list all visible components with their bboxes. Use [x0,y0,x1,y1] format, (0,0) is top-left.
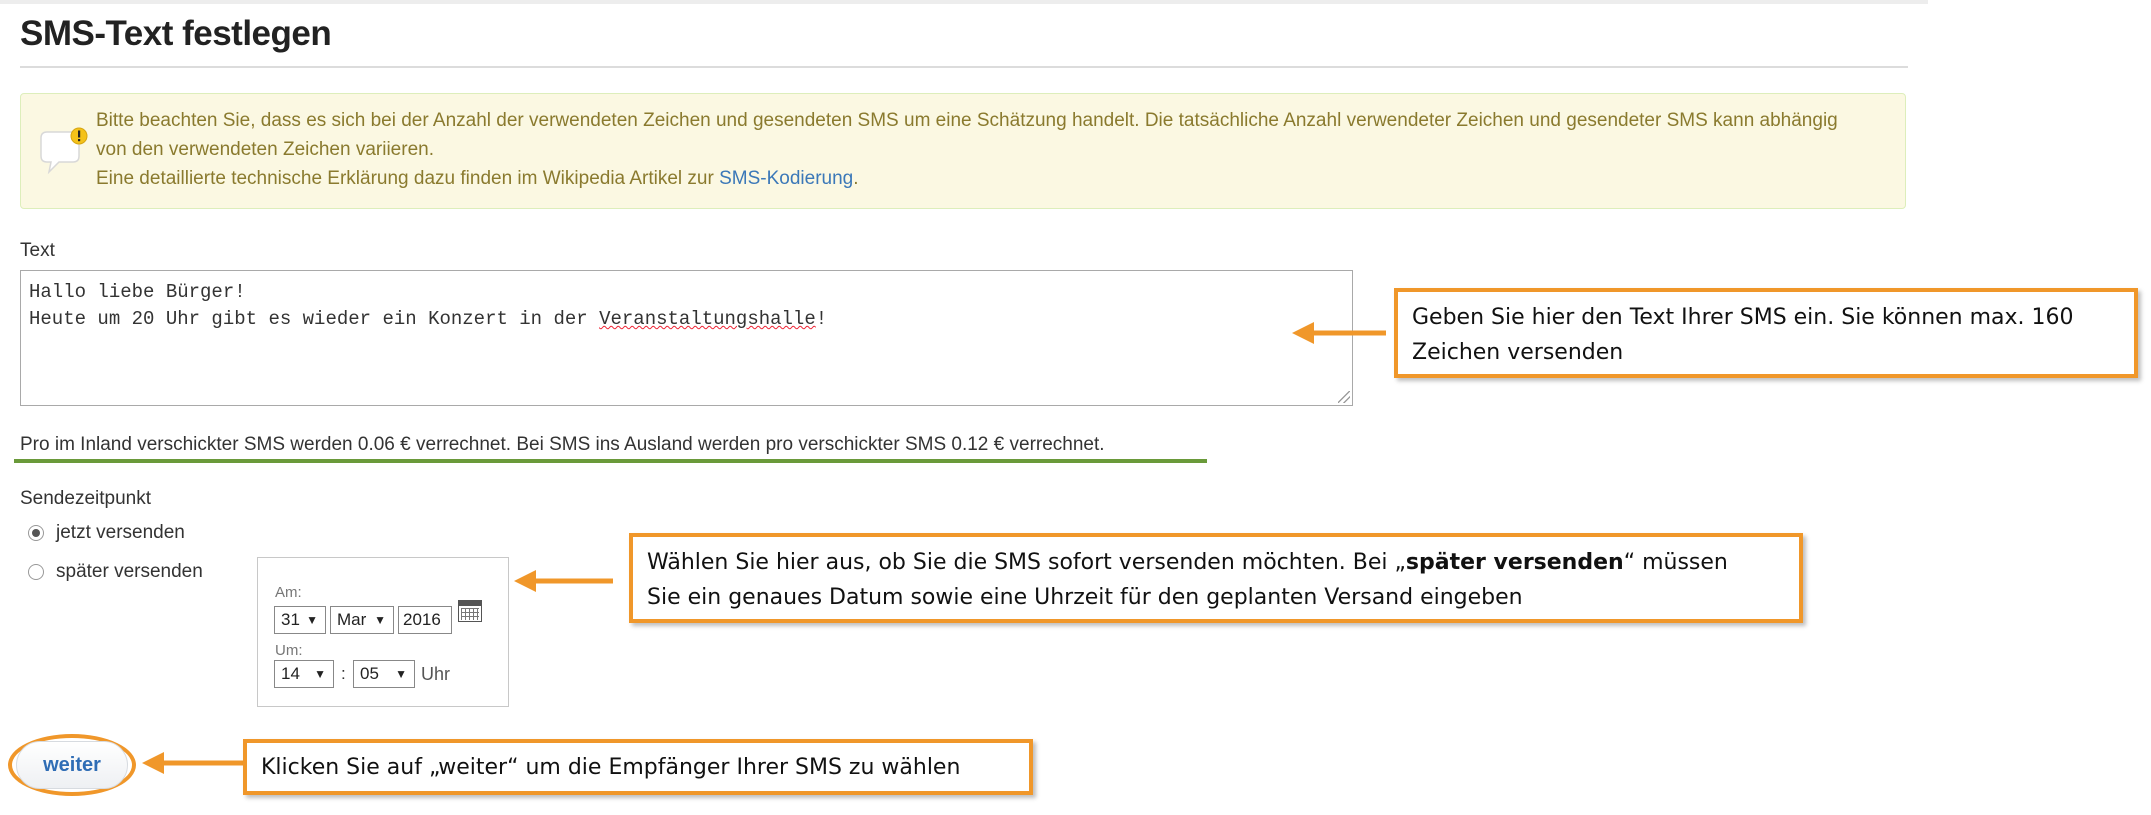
misspelled-word: Veranstaltungshalle [599,308,816,330]
year-input[interactable]: 2016 [398,606,452,634]
radio-send-later-label: später versenden [56,561,203,582]
price-note-underline [14,459,1207,463]
send-time-label: Sendezeitpunkt [20,488,151,509]
title-divider [20,66,1908,68]
notice-line-3: Eine detaillierte technische Erklärung d… [96,164,1886,193]
page-title: SMS-Text festlegen [20,14,332,53]
sms-kodierung-link[interactable]: SMS-Kodierung [719,168,853,189]
arrow-left-icon [1292,322,1386,344]
speech-bubble-warning-icon [40,127,88,175]
time-label: Um: [275,642,303,659]
sms-text-line-2-prefix: Heute um 20 Uhr gibt es wieder ein Konze… [29,308,600,330]
time-hint-line-1-bold: später versenden [1405,550,1624,575]
notice-text: Bitte beachten Sie, dass es sich bei der… [96,106,1886,193]
sms-text-line-2-suffix: ! [815,308,828,330]
sms-text-line-2: Heute um 20 Uhr gibt es wieder ein Konze… [29,306,1344,333]
text-hint-line-2: Zeichen versenden [1412,340,1624,365]
date-label: Am: [275,584,302,601]
chevron-down-icon: ▼ [395,667,407,681]
text-hint-callout: Geben Sie hier den Text Ihrer SMS ein. S… [1394,288,2138,378]
notice-line-3-suffix: . [853,168,859,189]
radio-send-now-control[interactable] [28,525,44,541]
month-select[interactable]: Mar ▼ [330,606,394,634]
chevron-down-icon: ▼ [374,613,386,627]
radio-send-now-label: jetzt versenden [56,522,185,543]
radio-send-now[interactable]: jetzt versenden [28,522,185,544]
text-hint-line-1: Geben Sie hier den Text Ihrer SMS ein. S… [1412,305,2074,330]
next-hint-text: Klicken Sie auf „weiter“ um die Empfänge… [261,755,961,780]
time-hint-line-1-suffix: “ müssen [1623,550,1728,575]
radio-send-later[interactable]: später versenden [28,561,203,583]
minute-select[interactable]: 05 ▼ [353,660,415,688]
next-button[interactable]: weiter [16,741,128,789]
notice-line-1: Bitte beachten Sie, dass es sich bei der… [96,110,1838,131]
price-note: Pro im Inland verschickter SMS werden 0.… [20,434,1105,455]
time-hint-callout: Wählen Sie hier aus, ob Sie die SMS sofo… [629,533,1803,623]
time-unit: Uhr [421,664,451,684]
hour-value: 14 [281,664,300,683]
time-hint-line-2: Sie ein genaues Datum sowie eine Uhrzeit… [647,585,1523,610]
hour-select[interactable]: 14 ▼ [274,660,334,688]
top-border [0,0,1928,4]
sms-text-line-1: Hallo liebe Bürger! [29,281,246,303]
notice-line-2: von den verwendeten Zeichen variieren. [96,139,434,160]
time-hint-callout-text: Wählen Sie hier aus, ob Sie die SMS sofo… [647,545,1728,615]
month-value: Mar [337,610,367,629]
day-select[interactable]: 31 ▼ [274,606,326,634]
time-separator: : [341,664,346,683]
calendar-icon[interactable] [458,600,482,622]
time-hint-line-1: Wählen Sie hier aus, ob Sie die SMS sofo… [647,545,1728,580]
text-hint-callout-text: Geben Sie hier den Text Ihrer SMS ein. S… [1412,300,2074,370]
radio-send-later-control[interactable] [28,564,44,580]
day-value: 31 [281,610,300,629]
schedule-box: Am: 31 ▼ Mar ▼ 2016 Um: 14 ▼ : 05 ▼ Uhr [257,557,509,707]
sms-text-input[interactable]: Hallo liebe Bürger! Heute um 20 Uhr gibt … [20,270,1353,406]
info-notice: Bitte beachten Sie, dass es sich bei der… [20,93,1906,209]
chevron-down-icon: ▼ [306,613,318,627]
resize-grip-icon[interactable] [1338,391,1350,403]
next-hint-callout: Klicken Sie auf „weiter“ um die Empfänge… [243,739,1033,795]
chevron-down-icon: ▼ [314,667,326,681]
year-value: 2016 [403,610,441,629]
arrow-left-icon [142,752,244,774]
time-hint-line-1-prefix: Wählen Sie hier aus, ob Sie die SMS sofo… [647,550,1406,575]
minute-value: 05 [360,664,379,683]
text-label: Text [20,240,55,261]
arrow-left-icon [514,570,613,592]
radio-selected-dot [32,529,40,537]
notice-line-3-prefix: Eine detaillierte technische Erklärung d… [96,168,720,189]
